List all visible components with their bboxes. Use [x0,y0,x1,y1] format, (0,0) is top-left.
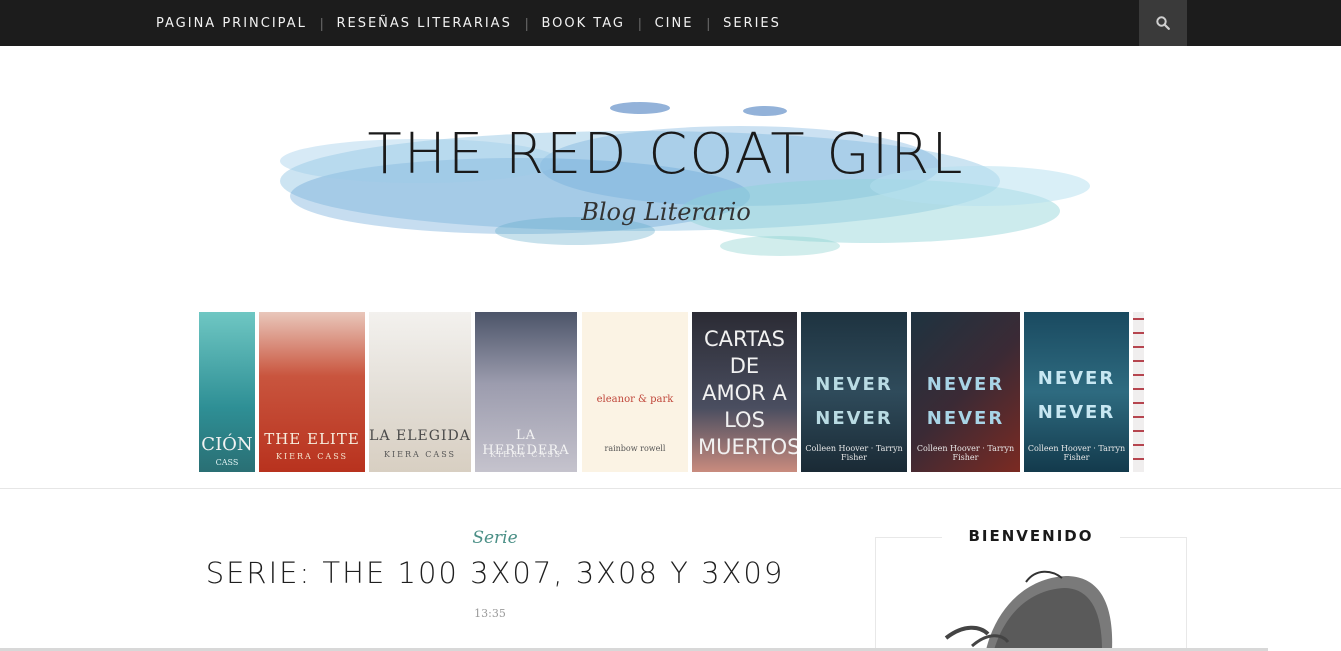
book-title: THE ELITE [264,430,360,448]
nav-item-cine[interactable]: CINE [655,16,694,31]
book-cover[interactable]: CIÓN CASS [199,312,255,472]
book-cover[interactable]: CARTAS DE AMOR A LOS MUERTOS [692,312,797,472]
book-author: rainbow rowell [604,444,666,453]
book-author: KIERA CASS [275,452,349,461]
book-cover[interactable]: NEVER NEVER Colleen Hoover · Tarryn Fish… [911,312,1020,472]
book-author: Colleen Hoover · Tarryn Fisher [805,444,903,462]
post-time: 13:35 [474,607,506,620]
book-title: CIÓN [201,434,253,455]
section-divider [0,488,1341,489]
book-title: NEVER NEVER [815,374,893,429]
book-author: KIERA CASS [383,450,457,459]
search-button[interactable] [1139,0,1187,46]
avatar-illustration [944,570,1113,650]
book-author: CASS [215,458,239,467]
book-title: NEVER NEVER [1037,368,1116,423]
book-author: KIERA CASS [489,450,563,459]
book-title: NEVER NEVER [926,374,1005,429]
blog-subtitle: Blog Literario [581,198,751,226]
book-cover[interactable]: LA ELEGIDA KIERA CASS [369,312,471,472]
welcome-widget [875,537,1187,651]
book-carousel: CIÓN CASS THE ELITE KIERA CASS LA ELEGID… [199,312,1144,472]
top-navbar: PAGINA PRINCIPAL | RESEÑAS LITERARIAS | … [0,0,1341,46]
nav-separator: | [706,15,711,31]
search-icon [1156,16,1170,30]
blog-title: THE RED COAT GIRL [367,122,965,187]
nav-item-pagina-principal[interactable]: PAGINA PRINCIPAL [156,16,307,31]
book-author: Colleen Hoover · Tarryn Fisher [916,444,1015,462]
nav-separator: | [637,15,642,31]
book-cover[interactable]: eleanor & park rainbow rowell [582,312,688,472]
book-title: eleanor & park [596,394,674,405]
nav-item-series[interactable]: SERIES [723,16,781,31]
book-title: CARTAS DE AMOR A LOS MUERTOS [698,327,797,459]
book-cover[interactable]: NEVER NEVER Colleen Hoover · Tarryn Fish… [1024,312,1129,472]
book-cover[interactable]: NEVER NEVER Colleen Hoover · Tarryn Fish… [801,312,907,472]
blog-logo[interactable]: THE RED COAT GIRL Blog Literario [220,86,1112,266]
main-menu: PAGINA PRINCIPAL | RESEÑAS LITERARIAS | … [156,0,781,46]
book-cover[interactable]: THE ELITE KIERA CASS [259,312,365,472]
book-cover-partial[interactable] [1133,312,1144,472]
widget-title: BIENVENIDO [942,527,1120,545]
nav-item-book-tag[interactable]: BOOK TAG [541,16,624,31]
post-category[interactable]: Serie [440,528,550,548]
book-title: LA ELEGIDA [369,428,471,444]
nav-separator: | [524,15,529,31]
book-author: Colleen Hoover · Tarryn Fisher [1027,444,1126,462]
nav-separator: | [319,15,324,31]
nav-item-resenas[interactable]: RESEÑAS LITERARIAS [336,16,511,31]
book-cover[interactable]: LA HEREDERA KIERA CASS [475,312,577,472]
post-title[interactable]: SERIE: THE 100 3X07, 3X08 Y 3X09 [150,556,840,590]
